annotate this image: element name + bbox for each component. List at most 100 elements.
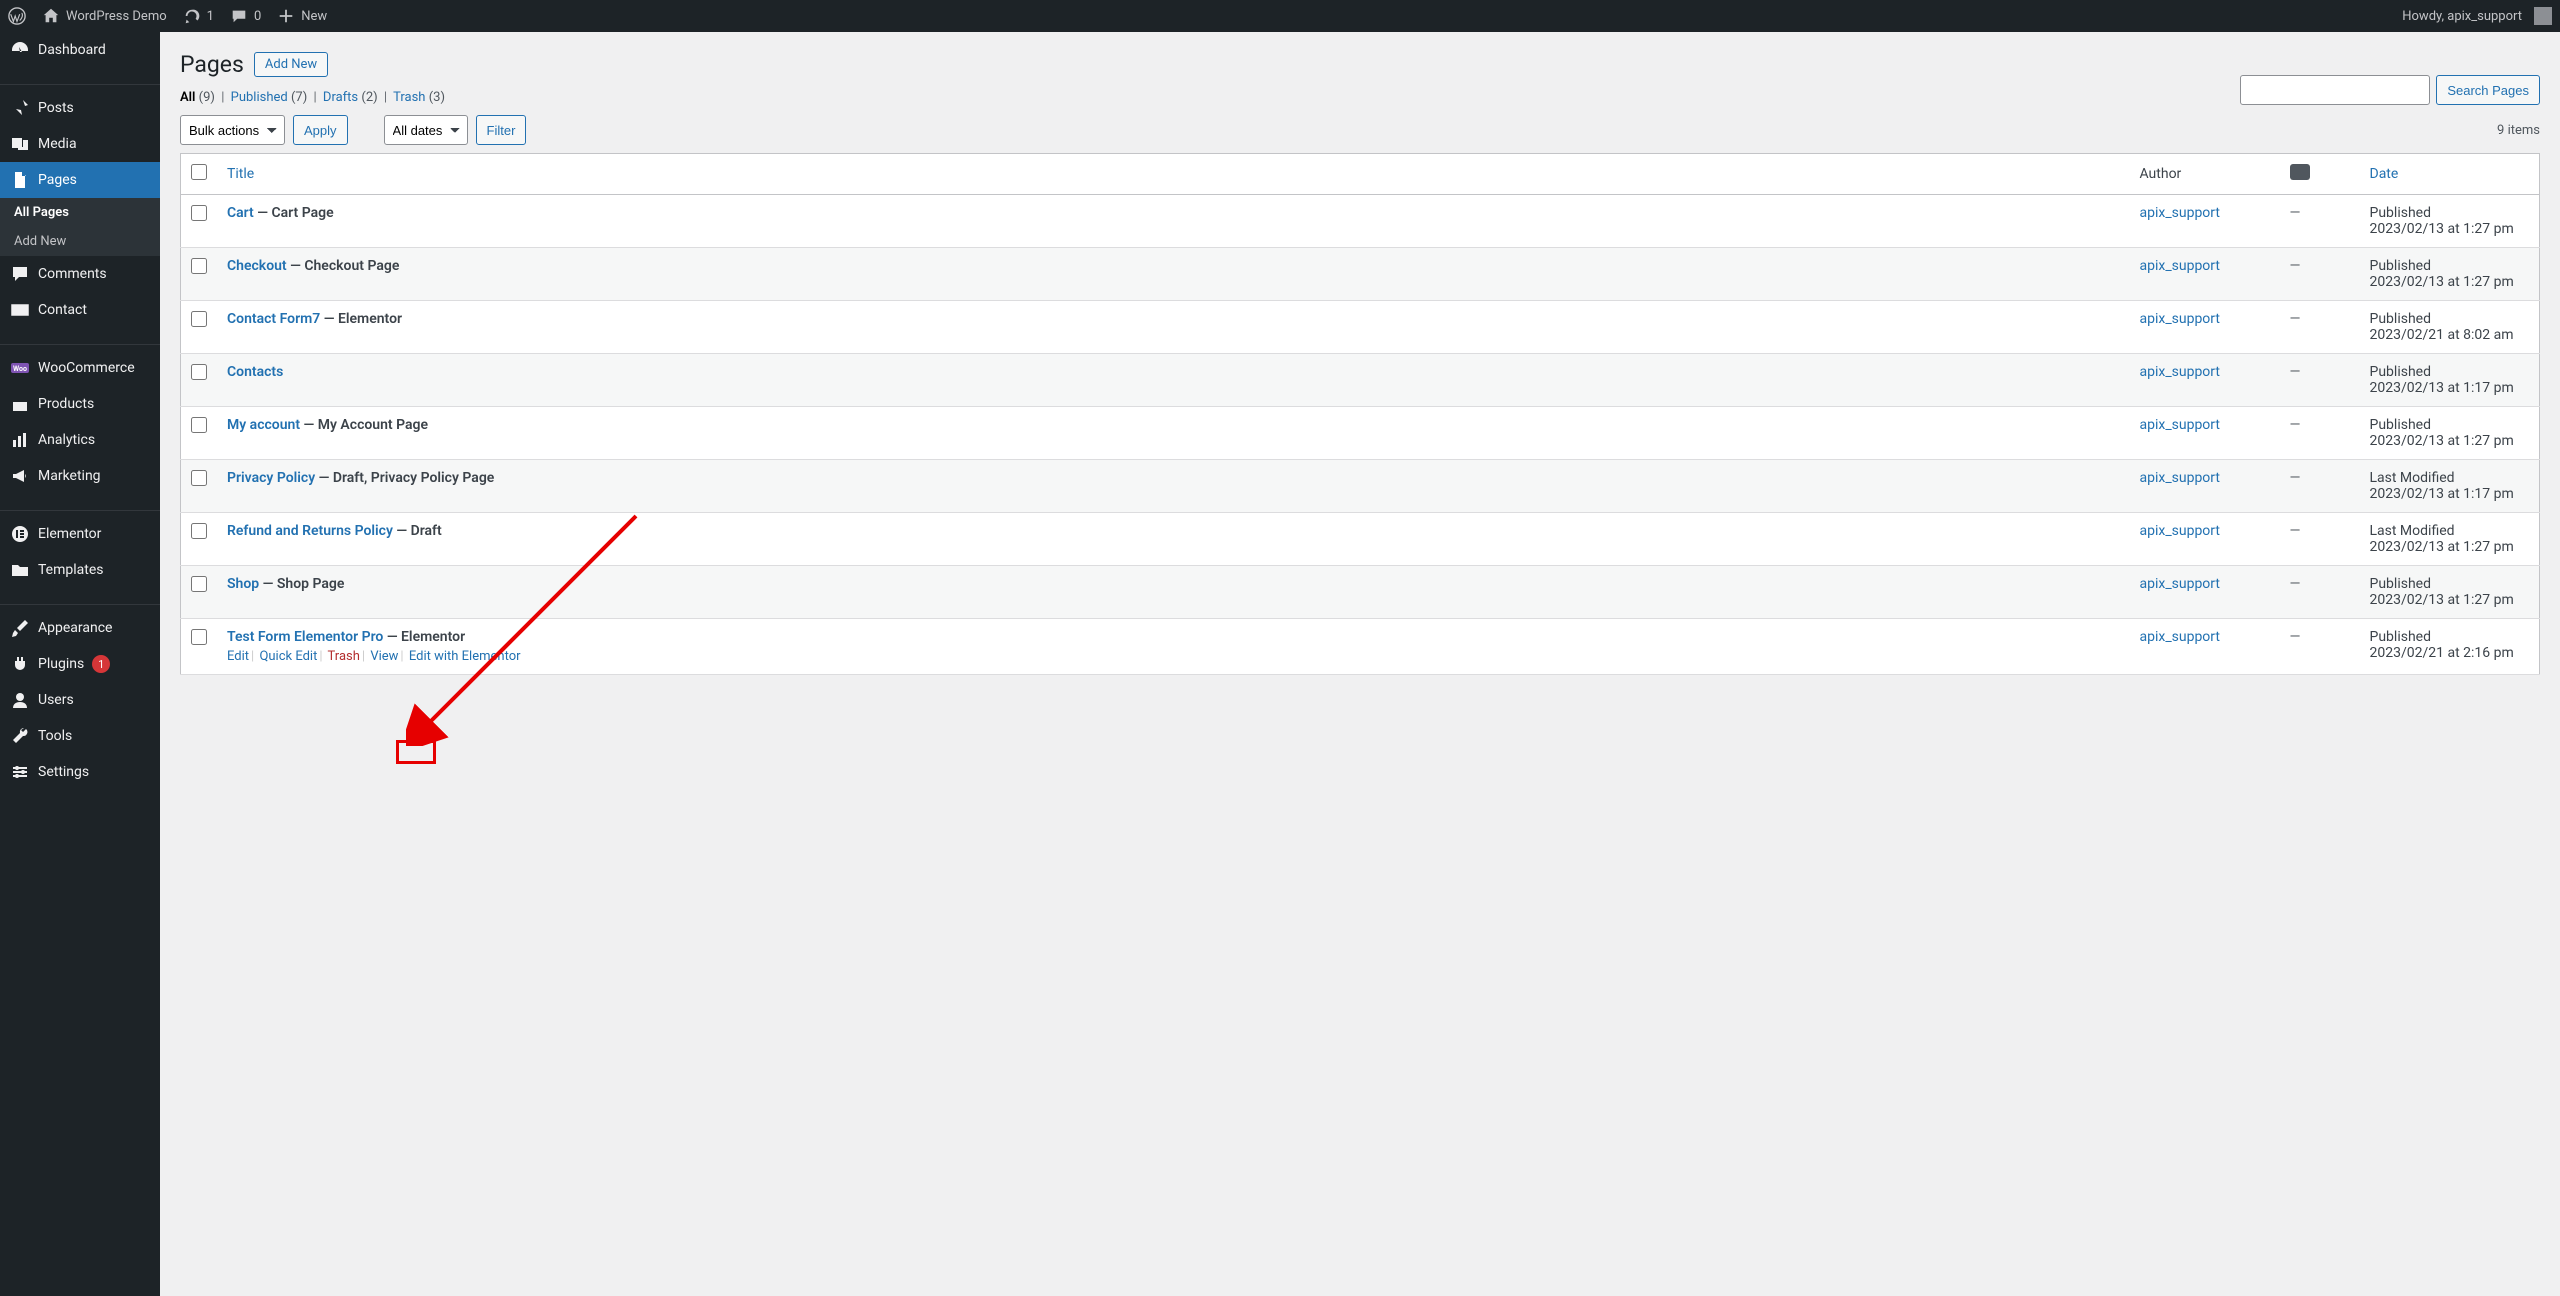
admin-sidebar: Dashboard Posts Media Pages All Pages Ad…	[0, 32, 160, 1296]
svg-text:Woo: Woo	[13, 365, 27, 373]
row-checkbox[interactable]	[191, 364, 207, 380]
post-state: — Shop Page	[263, 576, 345, 592]
filter-trash[interactable]: Trash	[393, 90, 425, 105]
row-actions: Edit| Quick Edit| Trash| View| Edit with…	[227, 649, 2120, 664]
bulk-actions-select[interactable]: Bulk actions	[180, 115, 285, 145]
row-edit-elementor[interactable]: Edit with Elementor	[409, 649, 521, 664]
sidebar-item-woocommerce[interactable]: WooWooCommerce	[0, 350, 160, 386]
sidebar-item-templates[interactable]: Templates	[0, 552, 160, 588]
plugin-icon	[10, 654, 30, 674]
search-input[interactable]	[2240, 75, 2430, 105]
media-icon	[10, 134, 30, 154]
filter-published[interactable]: Published	[231, 90, 288, 105]
sidebar-item-pages[interactable]: Pages	[0, 162, 160, 198]
filter-button[interactable]: Filter	[476, 115, 527, 145]
sidebar-submenu: All Pages Add New	[0, 198, 160, 256]
howdy-link[interactable]: Howdy, apix_support	[2394, 0, 2560, 32]
site-link[interactable]: WordPress Demo	[34, 0, 175, 32]
apply-button[interactable]: Apply	[293, 115, 348, 145]
comments-count: 0	[254, 9, 261, 24]
row-checkbox[interactable]	[191, 417, 207, 433]
sidebar-item-media[interactable]: Media	[0, 126, 160, 162]
row-title-link[interactable]: Cart	[227, 205, 254, 221]
updates-count: 1	[207, 9, 214, 24]
row-author-link[interactable]: apix_support	[2140, 311, 2220, 327]
updates-link[interactable]: 1	[175, 0, 222, 32]
row-checkbox[interactable]	[191, 258, 207, 274]
row-author-link[interactable]: apix_support	[2140, 470, 2220, 486]
row-date: 2023/02/13 at 1:27 pm	[2370, 433, 2514, 449]
row-author-link[interactable]: apix_support	[2140, 364, 2220, 380]
sidebar-item-contact[interactable]: Contact	[0, 292, 160, 328]
sidebar-item-products[interactable]: Products	[0, 386, 160, 422]
row-status: Published	[2370, 364, 2431, 380]
row-comments: —	[2290, 311, 2301, 327]
row-checkbox[interactable]	[191, 470, 207, 486]
row-title-link[interactable]: Refund and Returns Policy	[227, 523, 393, 539]
sidebar-item-plugins[interactable]: Plugins 1	[0, 646, 160, 682]
row-title-link[interactable]: Shop	[227, 576, 259, 592]
row-checkbox[interactable]	[191, 311, 207, 327]
row-comments: —	[2290, 258, 2301, 274]
select-all-checkbox[interactable]	[191, 164, 207, 180]
sidebar-item-dashboard[interactable]: Dashboard	[0, 32, 160, 68]
row-checkbox[interactable]	[191, 205, 207, 221]
row-author-link[interactable]: apix_support	[2140, 205, 2220, 221]
row-checkbox[interactable]	[191, 576, 207, 592]
row-quick-edit[interactable]: Quick Edit	[259, 649, 317, 664]
row-title-link[interactable]: Contacts	[227, 364, 283, 380]
sidebar-item-analytics[interactable]: Analytics	[0, 422, 160, 458]
row-title-link[interactable]: Test Form Elementor Pro	[227, 629, 383, 645]
sidebar-item-comments[interactable]: Comments	[0, 256, 160, 292]
sidebar-item-posts[interactable]: Posts	[0, 90, 160, 126]
row-date: 2023/02/21 at 8:02 am	[2370, 327, 2514, 343]
sidebar-sub-add[interactable]: Add New	[0, 227, 160, 256]
add-new-button[interactable]: Add New	[254, 52, 328, 77]
col-date[interactable]: Date	[2370, 166, 2399, 182]
sidebar-item-tools[interactable]: Tools	[0, 718, 160, 754]
row-author-link[interactable]: apix_support	[2140, 629, 2220, 645]
home-icon	[42, 7, 60, 25]
row-author-link[interactable]: apix_support	[2140, 523, 2220, 539]
sidebar-item-users[interactable]: Users	[0, 682, 160, 718]
filter-all[interactable]: All	[180, 90, 195, 105]
col-title[interactable]: Title	[227, 166, 254, 182]
row-title-link[interactable]: Checkout	[227, 258, 287, 274]
row-edit[interactable]: Edit	[227, 649, 249, 664]
page-title: Pages	[180, 51, 244, 78]
folder-icon	[10, 560, 30, 580]
row-checkbox[interactable]	[191, 629, 207, 645]
sidebar-sub-all[interactable]: All Pages	[0, 198, 160, 227]
sidebar-item-marketing[interactable]: Marketing	[0, 458, 160, 494]
annotation-box	[396, 740, 436, 764]
row-author-link[interactable]: apix_support	[2140, 417, 2220, 433]
search-button[interactable]: Search Pages	[2436, 75, 2540, 105]
filter-drafts[interactable]: Drafts	[323, 90, 358, 105]
row-trash[interactable]: Trash	[328, 649, 360, 664]
new-link[interactable]: New	[269, 0, 335, 32]
date-filter-select[interactable]: All dates	[384, 115, 468, 145]
row-author-link[interactable]: apix_support	[2140, 576, 2220, 592]
row-author-link[interactable]: apix_support	[2140, 258, 2220, 274]
row-status: Published	[2370, 576, 2431, 592]
sidebar-separator	[0, 494, 160, 511]
row-status: Last Modified	[2370, 523, 2455, 539]
pin-icon	[10, 98, 30, 118]
sidebar-item-elementor[interactable]: Elementor	[0, 516, 160, 552]
row-checkbox[interactable]	[191, 523, 207, 539]
col-author: Author	[2140, 166, 2182, 182]
wp-logo[interactable]	[0, 0, 34, 32]
comments-link[interactable]: 0	[222, 0, 269, 32]
row-title-link[interactable]: Contact Form7	[227, 311, 320, 327]
update-icon	[183, 7, 201, 25]
sidebar-item-settings[interactable]: Settings	[0, 754, 160, 790]
plugins-badge: 1	[92, 655, 110, 673]
sidebar-item-appearance[interactable]: Appearance	[0, 610, 160, 646]
row-comments: —	[2290, 417, 2301, 433]
table-row: Privacy Policy — Draft, Privacy Policy P…	[181, 460, 2540, 513]
settings-icon	[10, 762, 30, 782]
row-view[interactable]: View	[370, 649, 398, 664]
new-label: New	[301, 9, 327, 24]
row-title-link[interactable]: My account	[227, 417, 300, 433]
row-title-link[interactable]: Privacy Policy	[227, 470, 315, 486]
